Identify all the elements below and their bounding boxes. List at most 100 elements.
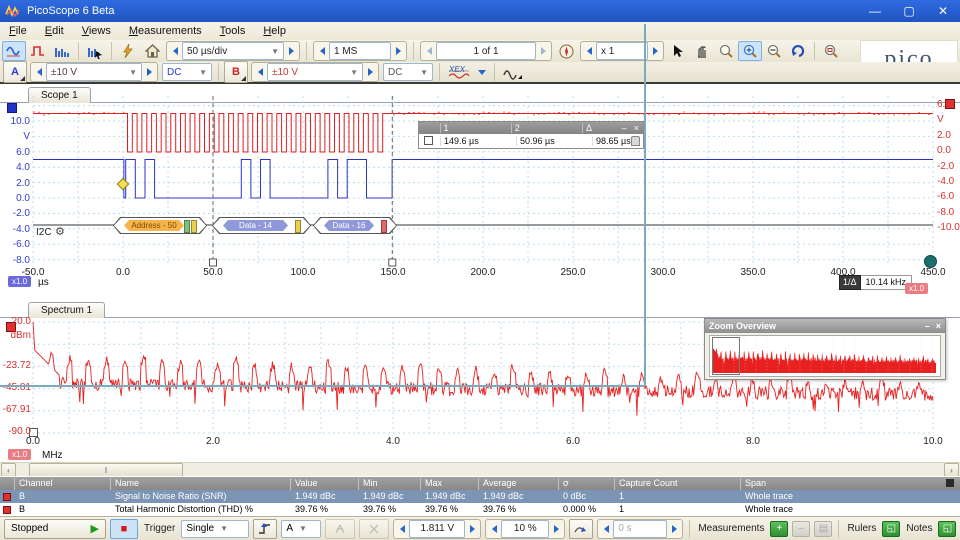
- scroll-right-arrow[interactable]: ›: [944, 463, 959, 477]
- i2c-packet[interactable]: Data - 16: [313, 217, 397, 234]
- trigger-level-input[interactable]: 1.811 V: [409, 520, 465, 538]
- zoom-factor-input[interactable]: x 1: [596, 42, 648, 60]
- edit-measurement-button[interactable]: ▤: [814, 521, 832, 537]
- samples-increase-arrow[interactable]: [391, 43, 405, 59]
- timebase-decrease-arrow[interactable]: [168, 43, 182, 59]
- channel-a-button[interactable]: A: [3, 61, 27, 83]
- delay-increase[interactable]: [667, 521, 681, 537]
- menu-item-file[interactable]: File: [0, 23, 36, 39]
- channel-a-range-decrease[interactable]: [32, 64, 46, 80]
- channel-b-range-select[interactable]: ±10 V▼: [267, 63, 363, 81]
- time-ruler-handle[interactable]: [389, 259, 396, 266]
- scroll-thumb[interactable]: ‖: [29, 463, 183, 477]
- horizontal-scrollbar[interactable]: ‹ ‖ ›: [0, 462, 960, 477]
- trigger-mode-select[interactable]: Single▼: [181, 520, 249, 538]
- channel-a-range-select[interactable]: ±10 V▼: [46, 63, 142, 81]
- add-measurement-button[interactable]: +: [770, 521, 788, 537]
- trigger-source-select[interactable]: A▼: [281, 520, 321, 538]
- trigger-marker[interactable]: [117, 178, 128, 189]
- zoom-overview-close-icon[interactable]: ×: [936, 321, 941, 331]
- undo-zoom-icon[interactable]: [786, 41, 810, 61]
- ruler-legend[interactable]: 12Δ–× 149.6 µs50.96 µs98.65 µs: [418, 121, 644, 149]
- maximize-button[interactable]: ▢: [892, 0, 926, 22]
- table-row[interactable]: BTotal Harmonic Distortion (THD) %39.76 …: [0, 503, 960, 516]
- zoom-in-tool-icon[interactable]: [738, 41, 762, 61]
- i2c-packet[interactable]: Address - 50: [113, 217, 207, 234]
- channel-b-coupling-select[interactable]: DC▼: [383, 63, 433, 81]
- channel-a-axis-indicator[interactable]: [7, 103, 17, 113]
- table-header-value[interactable]: Value: [290, 478, 358, 490]
- timebase-select[interactable]: 50 µs/div▼: [182, 42, 284, 60]
- buffer-next-arrow[interactable]: [536, 43, 550, 59]
- signal-generator-icon[interactable]: [116, 41, 140, 61]
- samples-input[interactable]: 1 MS: [329, 42, 391, 60]
- select-tool-icon[interactable]: [666, 41, 690, 61]
- table-header-channel[interactable]: Channel: [14, 478, 110, 490]
- trigger-edge-icon[interactable]: [253, 519, 277, 539]
- zoom-full-tool-icon[interactable]: [819, 41, 843, 61]
- start-stop-button[interactable]: Stopped ▶: [4, 519, 106, 539]
- menu-item-views[interactable]: Views: [73, 23, 120, 39]
- persistence-mode-icon[interactable]: [83, 41, 107, 61]
- pan-hand-tool-icon[interactable]: [690, 41, 714, 61]
- menu-item-tools[interactable]: Tools: [211, 23, 255, 39]
- close-button[interactable]: ✕: [926, 0, 960, 22]
- table-header-average[interactable]: Average: [478, 478, 558, 490]
- table-header-capture-count[interactable]: Capture Count: [614, 478, 740, 490]
- pretrigger-input[interactable]: 10 %: [501, 520, 549, 538]
- buffer-navigator-icon[interactable]: [554, 41, 578, 61]
- auto-setup-home-icon[interactable]: [140, 41, 164, 61]
- table-row[interactable]: BSignal to Noise Ratio (SNR)1.949 dBc1.9…: [0, 490, 960, 503]
- delete-measurement-button[interactable]: –: [792, 521, 810, 537]
- i2c-packet[interactable]: Data - 14: [212, 217, 311, 234]
- pretrigger-decrease[interactable]: [487, 521, 501, 537]
- i2c-settings-gear-icon[interactable]: ⚙: [55, 225, 65, 238]
- timebase-increase-arrow[interactable]: [284, 43, 298, 59]
- table-header--[interactable]: σ: [558, 478, 614, 490]
- table-header-span[interactable]: Span: [740, 478, 952, 490]
- table-header-min[interactable]: Min: [358, 478, 420, 490]
- scope-right-zoom-badge[interactable]: x1.0: [905, 283, 928, 294]
- zoom-overview-window[interactable]: Zoom Overview – ×: [704, 318, 946, 380]
- ruler-legend-close-icon[interactable]: ×: [630, 123, 643, 133]
- zoom-overview-minimize-icon[interactable]: –: [925, 321, 930, 331]
- stop-button[interactable]: ■: [110, 519, 138, 539]
- time-ruler-handle[interactable]: [210, 259, 217, 266]
- menu-item-help[interactable]: Help: [254, 23, 295, 39]
- advanced-trigger-icon[interactable]: [325, 519, 355, 539]
- notes-button[interactable]: ◱: [938, 521, 956, 537]
- zoom-overview-region-rect[interactable]: [712, 337, 740, 375]
- channel-b-range-decrease[interactable]: [253, 64, 267, 80]
- channel-a-coupling-select[interactable]: DC▼: [162, 63, 212, 81]
- scope-mode-icon[interactable]: [2, 41, 26, 61]
- delay-decrease[interactable]: [599, 521, 613, 537]
- channel-b-range-increase[interactable]: [363, 64, 377, 80]
- zoom-increase-arrow[interactable]: [648, 43, 662, 59]
- delay-input[interactable]: 0 s: [613, 520, 667, 538]
- pulse-view-icon[interactable]: [26, 41, 50, 61]
- math-channels-icon[interactable]: [499, 62, 527, 82]
- buffer-prev-arrow[interactable]: [422, 43, 436, 59]
- ruler-lock-icon[interactable]: [631, 136, 640, 146]
- pretrigger-increase[interactable]: [549, 521, 563, 537]
- minimize-button[interactable]: —: [858, 0, 892, 22]
- table-header-max[interactable]: Max: [420, 478, 478, 490]
- marquee-zoom-tool-icon[interactable]: [714, 41, 738, 61]
- spectrum-zoom-badge[interactable]: x1.0: [8, 449, 31, 460]
- trigger-level-decrease[interactable]: [395, 521, 409, 537]
- spectrum-mode-icon[interactable]: [50, 41, 74, 61]
- serial-decoding-icon[interactable]: XEX: [444, 62, 474, 82]
- ruler-legend-minimize-icon[interactable]: –: [619, 123, 630, 133]
- table-corner-button[interactable]: [946, 479, 954, 487]
- scroll-left-arrow[interactable]: ‹: [1, 463, 16, 477]
- table-header-name[interactable]: Name: [110, 478, 290, 490]
- trigger-time-icon[interactable]: [569, 519, 593, 539]
- trigger-level-increase[interactable]: [465, 521, 479, 537]
- menu-item-edit[interactable]: Edit: [36, 23, 73, 39]
- samples-decrease-arrow[interactable]: [315, 43, 329, 59]
- trigger-marker-icon[interactable]: [359, 519, 389, 539]
- zoom-decrease-arrow[interactable]: [582, 43, 596, 59]
- serial-decoding-dropdown-icon[interactable]: [474, 62, 490, 82]
- channel-b-button[interactable]: B: [224, 61, 248, 83]
- menu-item-measurements[interactable]: Measurements: [120, 23, 211, 39]
